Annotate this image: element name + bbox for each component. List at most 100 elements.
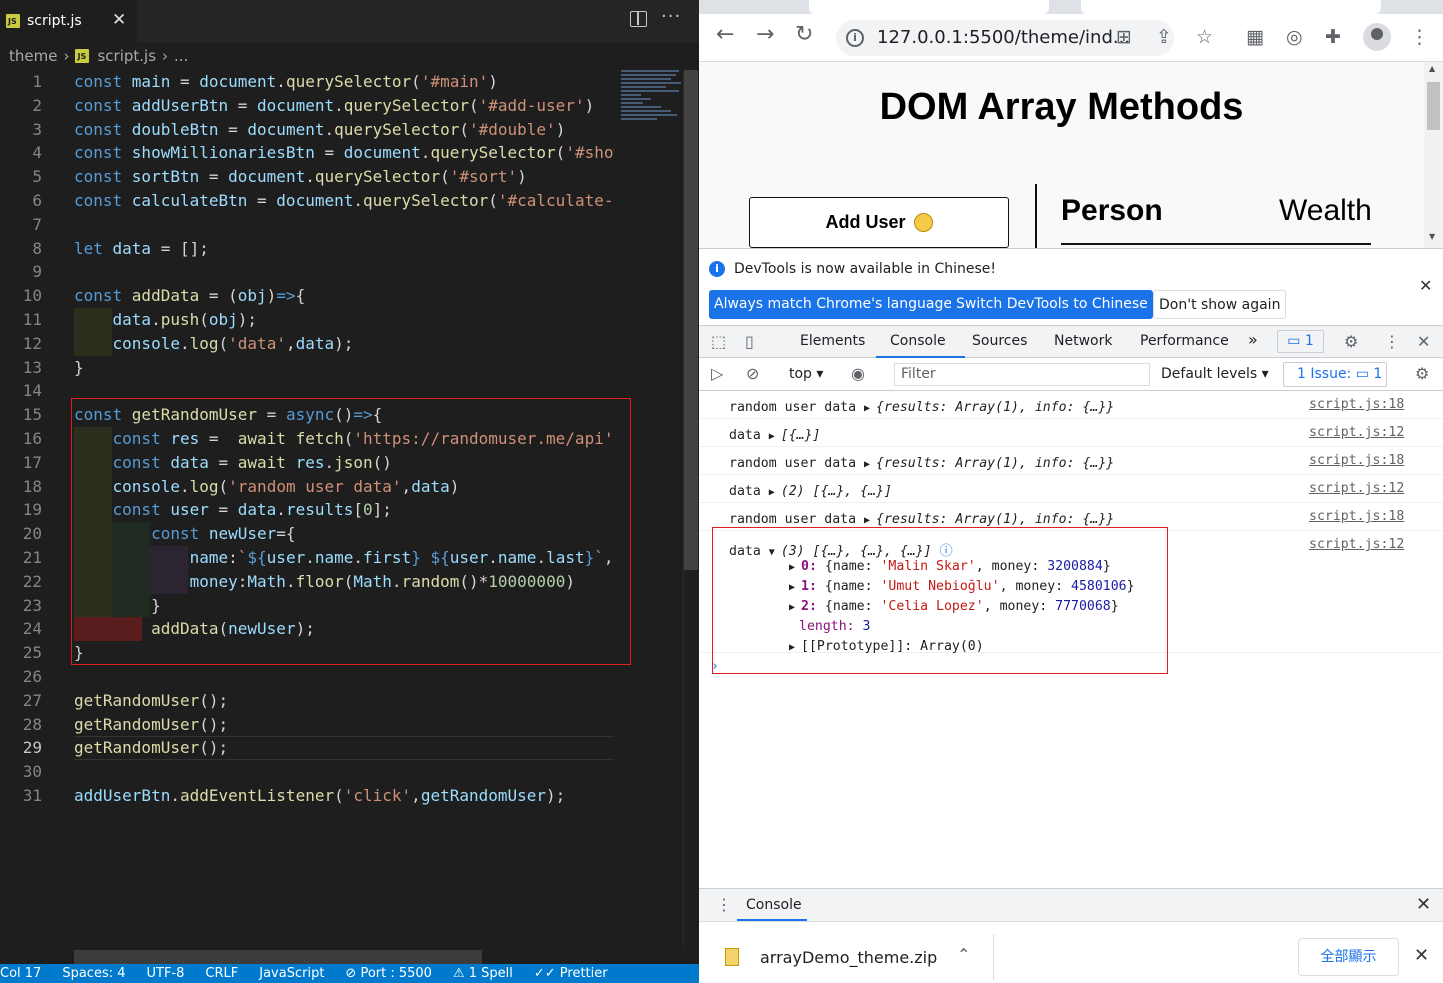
code-line[interactable]: 14: [0, 379, 614, 403]
filter-input[interactable]: Filter: [894, 363, 1150, 386]
code-line[interactable]: 21 name:`${user.name.first} ${user.name.…: [0, 546, 614, 570]
extension-icon[interactable]: ▦: [1246, 26, 1264, 48]
array-prototype[interactable]: ▶ [[Prototype]]: Array(0): [789, 639, 984, 654]
source-link[interactable]: script.js:18: [1309, 453, 1404, 468]
code-line[interactable]: 8 let data = [];: [0, 237, 614, 261]
close-tab-icon[interactable]: ✕: [112, 10, 126, 30]
info-icon[interactable]: ⓘ: [932, 544, 953, 559]
drawer-tab-console[interactable]: Console: [746, 897, 802, 913]
issues-button[interactable]: 1 Issue: ▭ 1: [1283, 362, 1387, 387]
console-settings-icon[interactable]: ⚙: [1415, 364, 1429, 383]
status-spell[interactable]: ⚠ 1 Spell: [453, 966, 513, 981]
browser-tab[interactable]: [809, 0, 1049, 14]
back-icon[interactable]: ←: [716, 22, 734, 47]
code-line[interactable]: 12 console.log('data',data);: [0, 331, 614, 356]
status-prettier[interactable]: ✓✓ Prettier: [534, 966, 608, 981]
status-language[interactable]: JavaScript: [259, 966, 324, 981]
dont-show-button[interactable]: Don't show again: [1153, 290, 1287, 319]
tab-sources[interactable]: Sources: [972, 333, 1027, 349]
close-devtools-icon[interactable]: ✕: [1417, 332, 1430, 351]
download-filename[interactable]: arrayDemo_theme.zip: [760, 948, 937, 967]
source-link[interactable]: script.js:12: [1309, 481, 1404, 496]
code-line[interactable]: 18 console.log('random user data',data): [0, 474, 614, 499]
code-editor[interactable]: 1 const main = document.querySelector('#m…: [0, 70, 614, 950]
console-message[interactable]: random user data ▶ {results: Array(1), i…: [699, 503, 1443, 531]
eye-icon[interactable]: ◉: [851, 364, 865, 383]
code-line[interactable]: 11 data.push(obj);: [0, 308, 614, 332]
status-live-server[interactable]: ⊘ Port : 5500: [345, 966, 432, 981]
settings-icon[interactable]: ⚙: [1344, 332, 1358, 351]
array-item[interactable]: ▶ 2: {name: 'Celia Lopez', money: 777006…: [789, 599, 1119, 614]
breadcrumb-folder[interactable]: theme: [9, 47, 57, 65]
puzzle-icon[interactable]: ✚: [1325, 26, 1341, 48]
code-line[interactable]: 7: [0, 213, 614, 237]
star-icon[interactable]: ☆: [1196, 26, 1213, 48]
code-line[interactable]: 22 money:Math.floor(Math.random()*100000…: [0, 569, 614, 594]
source-link[interactable]: script.js:12: [1309, 425, 1404, 440]
breadcrumb-more[interactable]: ...: [174, 47, 188, 65]
code-line[interactable]: 19 const user = data.results[0];: [0, 498, 614, 523]
scrollbar-thumb[interactable]: [684, 70, 698, 570]
tab-network[interactable]: Network: [1054, 333, 1112, 349]
tab-performance[interactable]: Performance: [1140, 333, 1229, 349]
reload-icon[interactable]: ↻: [795, 22, 813, 47]
share-icon[interactable]: ⇪: [1156, 26, 1172, 48]
status-encoding[interactable]: UTF-8: [147, 966, 185, 981]
sidebar-toggle-icon[interactable]: ▷: [711, 364, 723, 383]
code-line[interactable]: 2 const addUserBtn = document.querySelect…: [0, 94, 614, 118]
split-editor-icon[interactable]: [630, 11, 647, 27]
source-link[interactable]: script.js:12: [1309, 537, 1404, 552]
status-cursor-position[interactable]: Col 17: [0, 966, 41, 981]
code-line[interactable]: 4 const showMillionariesBtn = document.qu…: [0, 141, 614, 165]
code-line[interactable]: 15 const getRandomUser = async()=>{: [0, 403, 614, 427]
status-indentation[interactable]: Spaces: 4: [62, 966, 125, 981]
show-all-button[interactable]: 全部顯示: [1298, 938, 1399, 976]
menu-icon[interactable]: ⋮: [1410, 26, 1429, 48]
add-user-button[interactable]: Add User: [749, 197, 1009, 248]
messages-badge[interactable]: ▭ 1: [1277, 330, 1324, 353]
extension-icon[interactable]: ◎: [1286, 26, 1303, 48]
console-message[interactable]: data ▶ [{…}] script.js:12: [699, 419, 1443, 447]
array-item[interactable]: ▶ 1: {name: 'Umut Nebioğlu', money: 4580…: [789, 579, 1135, 594]
tab-elements[interactable]: Elements: [800, 333, 865, 349]
code-line[interactable]: 23 }: [0, 593, 614, 618]
tab-script-js[interactable]: JS script.js ✕: [0, 0, 137, 42]
code-line[interactable]: 17 const data = await res.json(): [0, 450, 614, 475]
code-line[interactable]: 9: [0, 260, 614, 284]
close-download-bar-icon[interactable]: ✕: [1414, 945, 1429, 966]
more-options-icon[interactable]: ⋮: [1384, 332, 1400, 351]
scrollbar-thumb[interactable]: [1427, 82, 1440, 130]
close-drawer-icon[interactable]: ✕: [1416, 894, 1431, 915]
drawer-menu-icon[interactable]: ⋮: [716, 895, 732, 914]
code-line[interactable]: 6 const calculateBtn = document.querySele…: [0, 189, 614, 213]
context-selector[interactable]: top ▾: [789, 366, 823, 382]
site-info-icon[interactable]: i: [846, 29, 864, 47]
avatar[interactable]: [1363, 23, 1391, 51]
code-line[interactable]: 25}: [0, 641, 614, 665]
device-toolbar-icon[interactable]: ▯: [745, 332, 754, 351]
code-line[interactable]: 20 const newUser={: [0, 522, 614, 546]
code-line[interactable]: 3 const doubleBtn = document.querySelecto…: [0, 118, 614, 142]
console-message[interactable]: data ▶ (2) [{…}, {…}] script.js:12: [699, 475, 1443, 503]
chevron-up-icon[interactable]: ⌃: [957, 945, 970, 964]
code-line[interactable]: 29 getRandomUser();: [0, 736, 614, 761]
clear-console-icon[interactable]: ⊘: [746, 364, 759, 383]
status-eol[interactable]: CRLF: [205, 966, 238, 981]
inspect-icon[interactable]: ⬚: [711, 332, 726, 351]
editor-horizontal-scrollbar[interactable]: [74, 950, 482, 964]
code-line[interactable]: 13}: [0, 356, 614, 380]
source-link[interactable]: script.js:18: [1309, 397, 1404, 412]
code-line[interactable]: 16 const res = await fetch('https://rand…: [0, 427, 614, 451]
more-tabs-icon[interactable]: »: [1248, 330, 1258, 349]
code-line[interactable]: 26: [0, 665, 614, 689]
tab-console[interactable]: Console: [890, 333, 946, 349]
more-actions-icon[interactable]: ···: [661, 6, 681, 27]
code-line[interactable]: 10 const addData = (obj)=>{: [0, 284, 614, 308]
code-line[interactable]: 28 getRandomUser();: [0, 713, 614, 737]
code-line[interactable]: 27 getRandomUser();: [0, 689, 614, 713]
browser-tab[interactable]: [1081, 0, 1381, 14]
minimap[interactable]: [621, 70, 683, 132]
forward-icon[interactable]: →: [756, 22, 774, 47]
console-message[interactable]: random user data ▶ {results: Array(1), i…: [699, 391, 1443, 419]
close-icon[interactable]: ✕: [1419, 276, 1432, 295]
